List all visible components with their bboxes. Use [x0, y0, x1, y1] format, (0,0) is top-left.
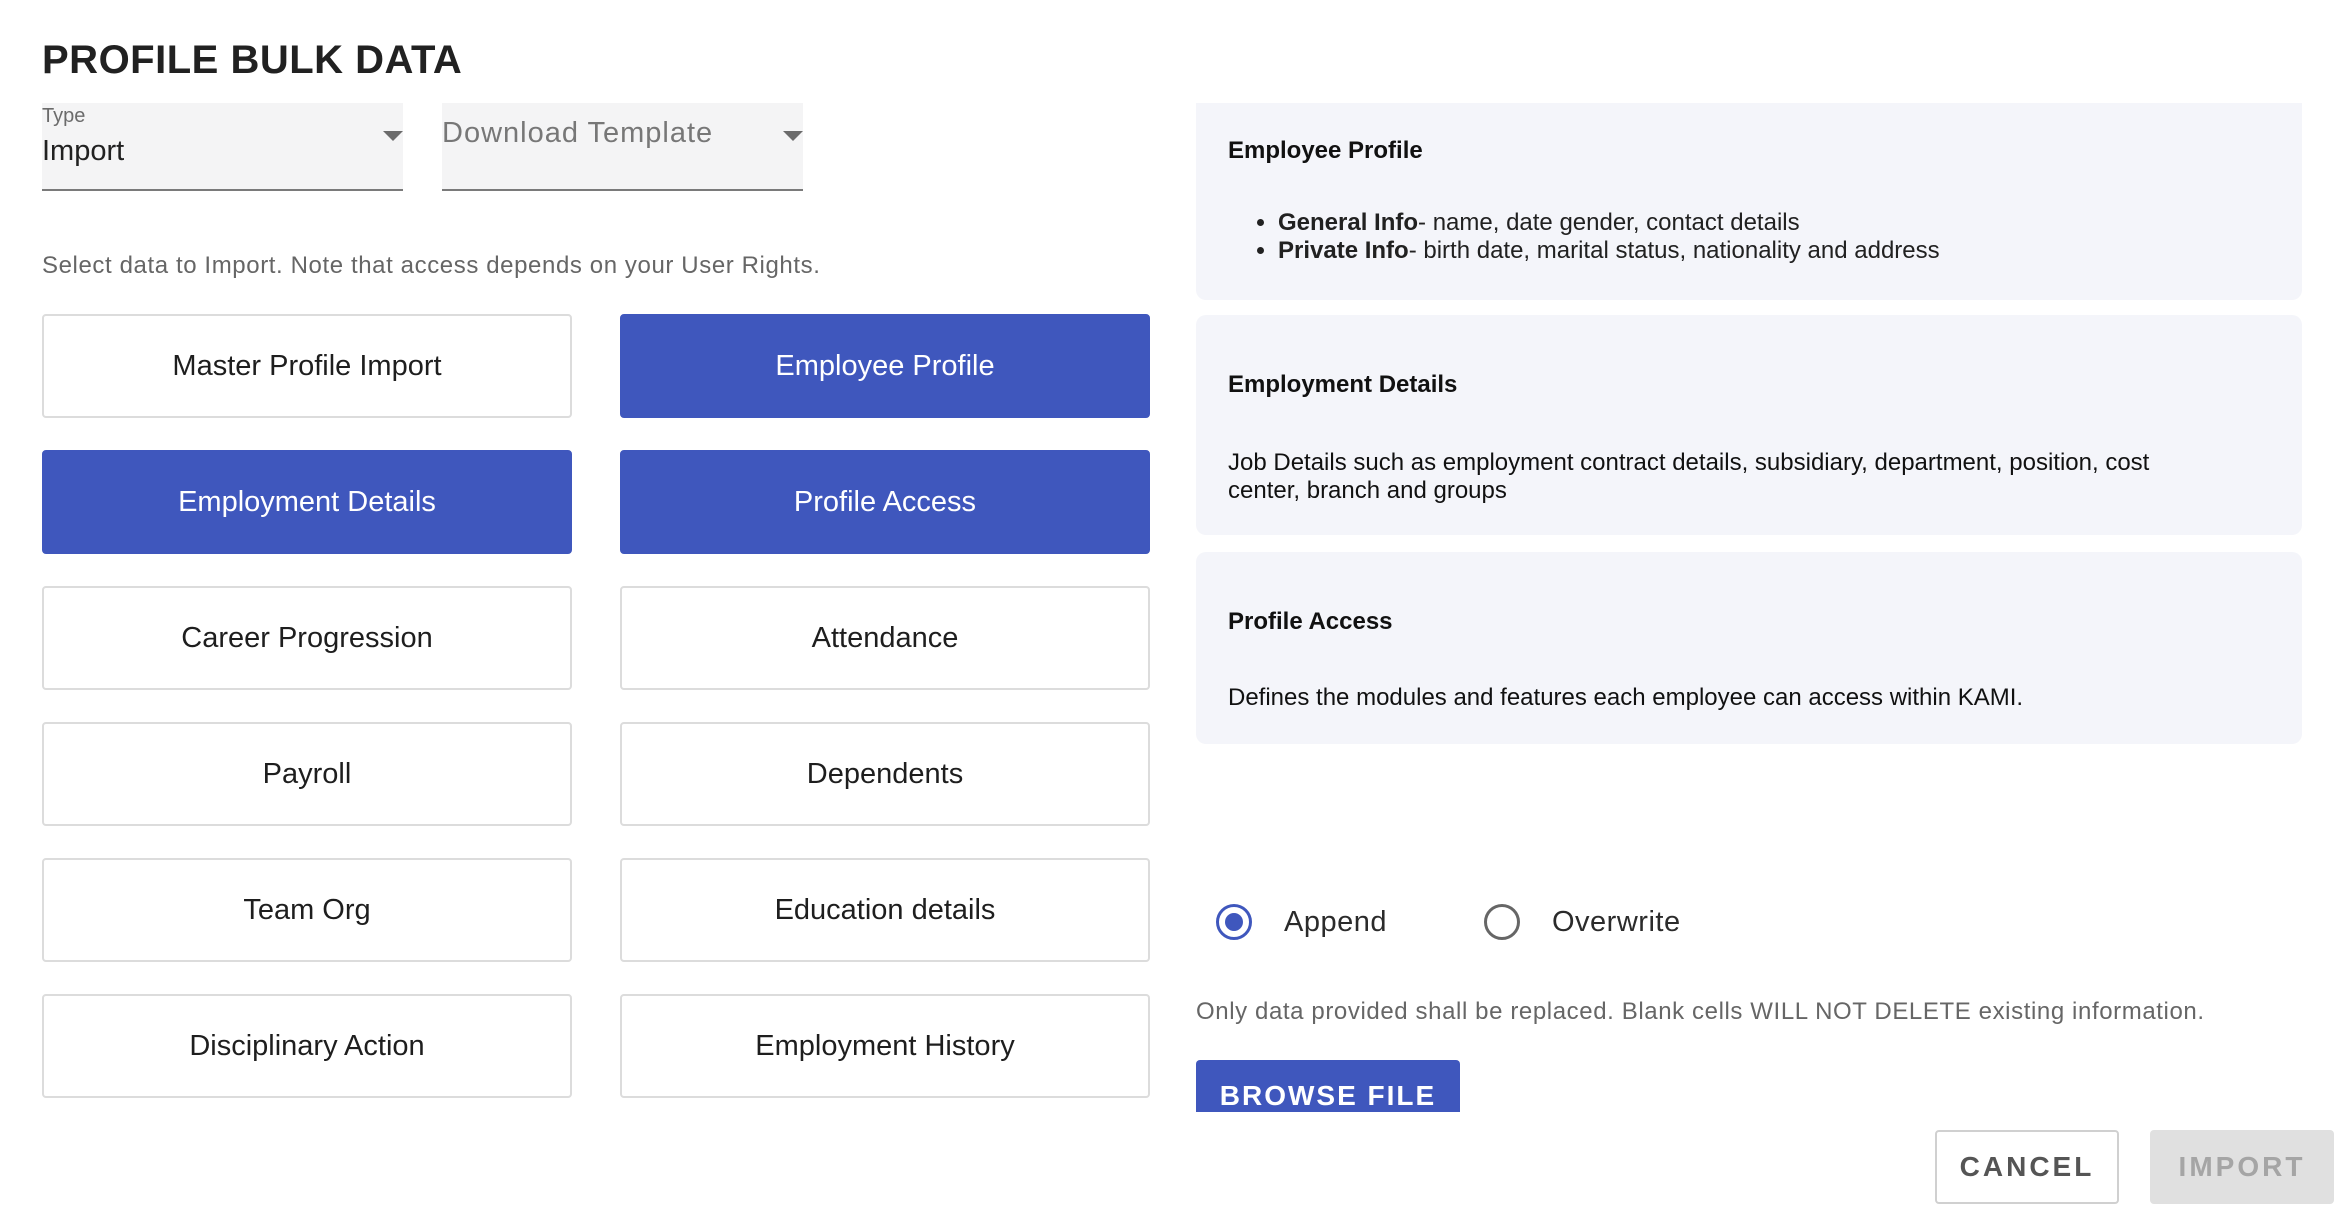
option-education-details[interactable]: Education details [620, 858, 1150, 962]
download-template-placeholder: Download Template [442, 117, 714, 149]
mode-description: Only data provided shall be replaced. Bl… [1196, 998, 2205, 1025]
type-select-label: Type [42, 105, 86, 127]
option-payroll[interactable]: Payroll [42, 722, 572, 826]
list-item: General Info- name, date gender, contact… [1278, 209, 1940, 237]
card-bullet-list: General Info- name, date gender, contact… [1256, 209, 1940, 265]
option-dependents[interactable]: Dependents [620, 722, 1150, 826]
option-attendance[interactable]: Attendance [620, 586, 1150, 690]
type-select-value: Import [42, 135, 125, 167]
chevron-down-icon [383, 131, 403, 141]
radio-circle-icon [1484, 904, 1520, 940]
radio-append[interactable]: Append [1216, 904, 1387, 940]
card-title: Employee Profile [1228, 137, 1423, 164]
page-title: PROFILE BULK DATA [42, 38, 463, 82]
browse-file-button[interactable]: BROWSE FILE [1196, 1060, 1460, 1112]
option-career-progression[interactable]: Career Progression [42, 586, 572, 690]
option-employee-profile[interactable]: Employee Profile [620, 314, 1150, 418]
radio-label: Append [1284, 905, 1387, 938]
card-body: Defines the modules and features each em… [1228, 684, 2024, 711]
card-title: Employment Details [1228, 371, 1458, 398]
option-master-profile-import[interactable]: Master Profile Import [42, 314, 572, 418]
radio-label: Overwrite [1552, 905, 1681, 938]
option-team-org[interactable]: Team Org [42, 858, 572, 962]
option-profile-access[interactable]: Profile Access [620, 450, 1150, 554]
cancel-button[interactable]: CANCEL [1935, 1130, 2119, 1204]
radio-overwrite[interactable]: Overwrite [1484, 904, 1681, 940]
import-button[interactable]: IMPORT [2150, 1130, 2334, 1204]
info-card-employment-details: Employment Details Job Details such as e… [1196, 315, 2302, 535]
info-card-profile-access: Profile Access Defines the modules and f… [1196, 552, 2302, 744]
type-select[interactable]: Type Import [42, 103, 403, 191]
card-title: Profile Access [1228, 608, 1393, 635]
chevron-down-icon [783, 131, 803, 141]
card-body: Job Details such as employment contract … [1228, 449, 2150, 504]
selection-hint: Select data to Import. Note that access … [42, 252, 821, 279]
option-employment-details[interactable]: Employment Details [42, 450, 572, 554]
option-disciplinary-action[interactable]: Disciplinary Action [42, 994, 572, 1098]
info-card-employee-profile: Employee Profile General Info- name, dat… [1196, 103, 2302, 300]
download-template-select[interactable]: Download Template [442, 103, 803, 191]
option-employment-history[interactable]: Employment History [620, 994, 1150, 1098]
list-item: Private Info- birth date, marital status… [1278, 237, 1940, 265]
radio-circle-icon [1216, 904, 1252, 940]
